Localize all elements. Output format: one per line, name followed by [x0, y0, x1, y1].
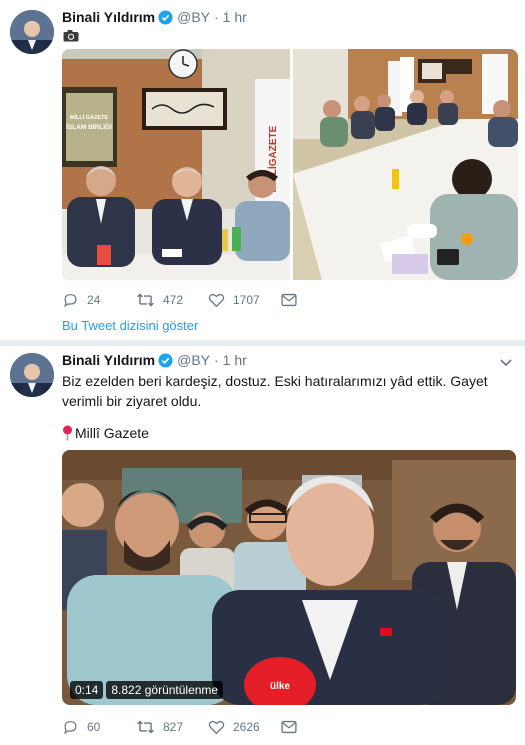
location-name: Millî Gazete	[75, 425, 149, 441]
tweet-time[interactable]: 1 hr	[223, 352, 247, 368]
reply-button[interactable]: 60	[62, 717, 100, 737]
tweet-2[interactable]: Binali Yıldırım @BY · 1 hr Biz ezelden beri…	[0, 343, 525, 745]
verified-badge-icon	[158, 353, 173, 372]
chevron-down-icon[interactable]	[499, 355, 513, 369]
like-count: 1707	[233, 293, 260, 307]
envelope-icon	[281, 293, 297, 307]
show-thread-link[interactable]: Bu Tweet dizisini göster	[62, 318, 198, 333]
avatar[interactable]	[10, 353, 54, 397]
like-button[interactable]: 2626	[208, 717, 260, 737]
like-button[interactable]: 1707	[208, 290, 260, 310]
tweet-actions: 24 472 1707	[62, 290, 492, 310]
avatar[interactable]	[10, 10, 54, 54]
retweet-button[interactable]: 827	[136, 717, 183, 737]
author-handle[interactable]: @BY	[177, 352, 210, 368]
retweet-count: 472	[163, 293, 184, 307]
author-handle[interactable]: @BY	[177, 9, 210, 25]
reply-count: 24	[87, 293, 101, 307]
author-name[interactable]: Binali Yıldırım	[62, 9, 155, 25]
retweet-icon	[137, 720, 154, 734]
microphone-logo: ülke	[270, 681, 290, 692]
tweet-actions: 60 827 2626	[62, 717, 492, 737]
video-duration: 0:14	[70, 681, 104, 699]
video-media[interactable]: ülke	[62, 450, 516, 705]
video-info: 0:14 8.822 görüntülenme	[70, 681, 226, 699]
separator: ·	[214, 9, 219, 25]
location-pin-icon	[62, 425, 73, 446]
separator: ·	[214, 352, 219, 368]
direct-message-button[interactable]	[281, 717, 297, 737]
tweet-text: Biz ezelden beri kardeşiz, dostuz. Eski …	[62, 373, 488, 409]
book-title: İSLAM BİRLİĞİ	[66, 122, 112, 131]
heart-icon	[208, 293, 225, 308]
camera-icon	[63, 29, 79, 47]
retweet-count: 827	[163, 720, 184, 734]
retweet-button[interactable]: 472	[136, 290, 183, 310]
tweet-header: Binali Yıldırım @BY · 1 hr	[62, 8, 247, 26]
reply-count: 60	[87, 720, 101, 734]
reply-icon	[64, 294, 77, 308]
direct-message-button[interactable]	[281, 290, 297, 310]
envelope-icon	[281, 720, 297, 734]
reply-icon	[64, 721, 77, 735]
location-tag[interactable]: Millî Gazete	[62, 423, 149, 446]
author-name[interactable]: Binali Yıldırım	[62, 352, 155, 368]
video-views: 8.822 görüntülenme	[106, 681, 224, 699]
photo-media[interactable]: MİLLİ GAZETE İSLAM BİRLİĞİ MİLLİGAZETE	[62, 49, 518, 280]
like-count: 2626	[233, 720, 260, 734]
heart-icon	[208, 720, 225, 735]
reply-button[interactable]: 24	[62, 290, 100, 310]
book-brand: MİLLİ GAZETE	[70, 114, 109, 121]
verified-badge-icon	[158, 10, 173, 29]
retweet-icon	[137, 293, 154, 307]
tweet-header: Binali Yıldırım @BY · 1 hr	[62, 351, 247, 369]
tweet-time[interactable]: 1 hr	[223, 9, 247, 25]
tweet-1[interactable]: Binali Yıldırım @BY · 1 hr MİLLİ GAZETE İSL…	[0, 0, 525, 343]
